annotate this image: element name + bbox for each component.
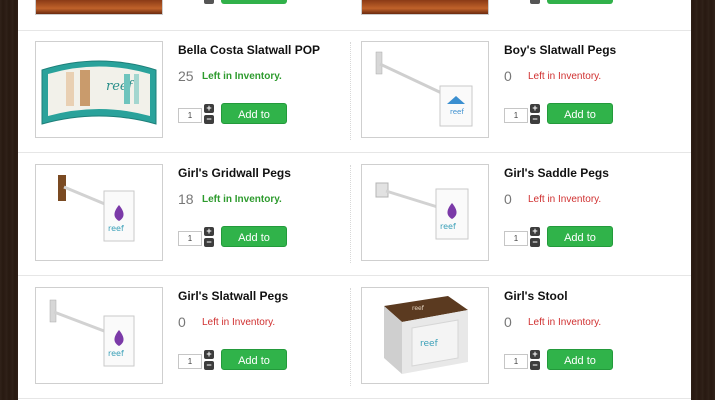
plus-icon[interactable]: + [530, 350, 540, 359]
product-card: reef Girl's Gridwall Pegs 18 Left in Inv… [18, 153, 344, 275]
product-image-boys-slatwall-pegs[interactable]: reef [361, 41, 489, 138]
product-name[interactable]: Girl's Stool [504, 289, 568, 303]
svg-text:reef: reef [412, 305, 425, 312]
svg-text:reef: reef [420, 339, 439, 349]
minus-icon[interactable]: − [204, 238, 214, 247]
plus-icon[interactable]: + [204, 227, 214, 236]
previous-row-partial [18, 0, 691, 31]
quantity-input[interactable]: 1 [178, 108, 202, 123]
quantity-stepper[interactable] [204, 0, 214, 4]
product-name[interactable]: Bella Costa Slatwall POP [178, 43, 320, 57]
inventory-count: 18 [178, 191, 194, 207]
minus-icon[interactable]: − [204, 115, 214, 124]
product-image-girls-gridwall-pegs[interactable]: reef [35, 164, 163, 261]
product-image-girls-stool[interactable]: reef reef [361, 287, 489, 384]
product-row: reef Girl's Slatwall Pegs 0 Left in Inve… [18, 276, 691, 399]
add-to-cart-button[interactable]: Add to Cart [221, 103, 287, 142]
plus-icon[interactable]: + [530, 227, 540, 236]
product-image-slatwall-pop[interactable]: reef [35, 41, 163, 138]
product-card: reef Girl's Saddle Pegs 0 Left in Invent… [344, 153, 670, 275]
inventory-count: 0 [504, 191, 512, 207]
product-row: reef Bella Costa Slatwall POP 25 Left in… [18, 30, 691, 153]
product-thumbnail[interactable] [361, 0, 489, 15]
product-card: reef Girl's Slatwall Pegs 0 Left in Inve… [18, 276, 344, 398]
quantity-input[interactable]: 1 [504, 231, 528, 246]
minus-icon[interactable]: − [530, 115, 540, 124]
inventory-count: 0 [504, 314, 512, 330]
svg-text:reef: reef [450, 108, 464, 116]
add-to-cart-button[interactable]: Add to Cart [221, 226, 287, 265]
product-name[interactable]: Girl's Gridwall Pegs [178, 166, 291, 180]
product-thumbnail[interactable] [35, 0, 163, 15]
minus-icon[interactable]: − [204, 361, 214, 370]
quantity-input[interactable]: 1 [178, 354, 202, 369]
product-name[interactable]: Girl's Saddle Pegs [504, 166, 609, 180]
add-to-cart-button[interactable] [547, 0, 613, 4]
svg-text:reef: reef [108, 224, 124, 233]
svg-text:reef: reef [108, 349, 124, 358]
add-to-cart-button[interactable]: Add to Cart [547, 103, 613, 142]
product-card: reef Bella Costa Slatwall POP 25 Left in… [18, 30, 344, 152]
product-list-panel: reef Bella Costa Slatwall POP 25 Left in… [18, 0, 691, 400]
quantity-stepper[interactable] [530, 0, 540, 4]
product-name[interactable]: Girl's Slatwall Pegs [178, 289, 288, 303]
add-to-cart-button[interactable]: Add to Cart [547, 226, 613, 265]
quantity-input[interactable]: 1 [504, 354, 528, 369]
svg-text:reef: reef [440, 222, 456, 231]
inventory-label: Left in Inventory. [528, 71, 602, 82]
plus-icon[interactable]: + [204, 350, 214, 359]
inventory-count: 0 [178, 314, 186, 330]
add-to-cart-button[interactable]: Add to Cart [221, 349, 287, 388]
product-card: reef reef Girl's Stool 0 Left in Invento… [344, 276, 670, 398]
inventory-count: 25 [178, 68, 194, 84]
inventory-label: Left in Inventory. [528, 317, 602, 328]
inventory-label: Left in Inventory. [202, 71, 282, 82]
product-name[interactable]: Boy's Slatwall Pegs [504, 43, 616, 57]
add-to-cart-button[interactable]: Add to Cart [547, 349, 613, 388]
minus-icon[interactable]: − [530, 361, 540, 370]
inventory-count: 0 [504, 68, 512, 84]
product-card: reef Boy's Slatwall Pegs 0 Left in Inven… [344, 30, 670, 152]
inventory-label: Left in Inventory. [528, 194, 602, 205]
product-image-girls-slatwall-pegs[interactable]: reef [35, 287, 163, 384]
quantity-input[interactable]: 1 [504, 108, 528, 123]
inventory-label: Left in Inventory. [202, 317, 276, 328]
plus-icon[interactable]: + [530, 104, 540, 113]
product-image-girls-saddle-pegs[interactable]: reef [361, 164, 489, 261]
inventory-label: Left in Inventory. [202, 194, 282, 205]
product-row: reef Girl's Gridwall Pegs 18 Left in Inv… [18, 153, 691, 276]
minus-icon[interactable]: − [530, 238, 540, 247]
svg-text:reef: reef [106, 79, 135, 94]
add-to-cart-button[interactable] [221, 0, 287, 4]
quantity-input[interactable]: 1 [178, 231, 202, 246]
plus-icon[interactable]: + [204, 104, 214, 113]
